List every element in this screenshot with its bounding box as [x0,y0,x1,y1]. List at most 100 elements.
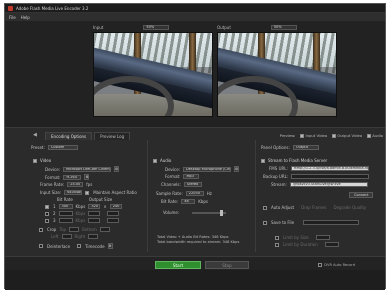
output-width-3[interactable] [88,218,101,223]
limit-size-label: Limit by Size [283,235,309,240]
save-file-path-input[interactable] [303,220,360,225]
video-checkbox[interactable] [33,158,37,163]
drop-frames-option[interactable]: Drop Frames [301,205,326,210]
output-width-1[interactable]: 320 [88,204,101,209]
audio-device-label: Device: [165,166,181,172]
audio-toggle[interactable]: Audio [367,133,383,138]
output-width-2[interactable] [88,211,101,216]
timecode-label: Timecode [85,243,105,249]
video-device-select[interactable]: Microsoft LifeCam Cinema [63,166,112,172]
audio-format-row: Format: Mp3 [165,174,200,179]
input-video-checkbox[interactable] [300,134,305,138]
fms-url-input[interactable]: rtmp://1.2.3.4/live/a.admin.b.bulkmedia.… [290,166,369,171]
bitrate-row-1-select[interactable]: 300 [58,204,73,209]
auto-adjust-row: Auto Adjust Drop Frames Degrade Quality [263,205,366,210]
limit-duration-checkbox[interactable] [275,242,279,247]
dvr-auto-record[interactable]: DVR Auto Record [318,263,355,267]
degrade-quality-option[interactable]: Degrade Quality [334,205,367,210]
stop-button[interactable]: Stop [205,261,249,269]
output-zoom-select[interactable]: 50% [270,25,297,30]
bitrate-row-3-checkbox[interactable] [45,218,49,223]
frame-rate-row: Frame Rate: 24.00 fps [40,182,92,187]
frame-rate-select[interactable]: 24.00 [67,182,84,187]
wrench-icon: ⚙ [108,244,112,248]
crop-right-label: Right [74,234,86,239]
audio-bitrate-select[interactable]: 48 [181,199,196,204]
timecode-settings-button[interactable]: ⚙ [107,243,113,249]
input-video-toggle[interactable]: Input Video [300,133,327,138]
audio-format-select[interactable]: Mp3 [183,174,200,179]
audio-toggle-label: Audio [372,133,383,138]
timecode-checkbox[interactable] [77,244,82,248]
audio-device-select[interactable]: Desktop Microphone (Cinema [183,166,232,172]
audio-kbps-unit: Kbps [198,199,209,204]
panel-divider-right [255,140,256,252]
crop-bottom-label: Bottom [82,227,97,232]
crop-bottom-input[interactable] [99,227,110,232]
connect-button[interactable]: Connect [349,192,374,198]
bitrate-row-2-select[interactable] [58,211,73,216]
auto-adjust-checkbox[interactable] [263,205,267,210]
video-section: Video [33,158,51,163]
dvr-auto-record-checkbox[interactable] [318,263,323,267]
bitrate-row-3-select[interactable] [58,218,73,223]
limit-duration-input[interactable] [324,242,339,247]
stream-checkbox[interactable] [261,158,265,163]
channels-select[interactable]: Stereo [183,182,202,187]
limit-size-input[interactable] [315,235,330,240]
bitrate-row-2-checkbox[interactable] [45,211,49,216]
output-video-checkbox[interactable] [332,134,337,138]
output-height-2[interactable] [107,211,120,216]
output-height-1[interactable]: 240 [109,204,122,209]
crop-top-input[interactable] [69,227,80,232]
preset-select[interactable]: Custom [47,145,78,150]
video-device-settings-button[interactable]: ⚙ [114,166,120,172]
stream-name-input[interactable]: @fpsvcv3.StartLive@$Flive [289,182,368,187]
sample-rate-select[interactable]: 22050 [185,191,204,196]
volume-slider[interactable] [192,209,227,216]
channels-row: Channels: Stereo [161,182,202,187]
volume-label: Volume: [163,210,180,215]
input-size-select[interactable]: 640x480 [64,190,83,195]
bitrate-row-1-number: 1 [53,204,56,209]
crop-top-label: Top [59,227,67,232]
bitrate-row-1-checkbox[interactable] [45,204,49,209]
limit-size-checkbox[interactable] [275,235,279,240]
panel-options-select[interactable]: Output [292,145,319,150]
audio-device-settings-button[interactable]: ⚙ [234,166,240,172]
input-zoom-select[interactable]: 50% [143,25,170,30]
crop-checkbox[interactable] [39,227,43,232]
tab-preview-log[interactable]: Preview Log [94,132,131,140]
start-button[interactable]: Start [155,261,201,269]
output-video-preview [217,32,337,117]
menu-file[interactable]: File [9,15,16,20]
audio-checkbox[interactable] [367,134,372,138]
maintain-aspect-checkbox[interactable] [85,190,90,195]
app-logo-icon [8,5,13,11]
preset-label: Preset: [31,145,45,150]
limit-size-row: Limit by Size [275,235,330,240]
crop-left-input[interactable] [61,234,72,239]
crop-right-input[interactable] [88,234,99,239]
sample-rate-label: Sample Rate: [156,191,183,196]
audio-section-checkbox[interactable] [153,158,157,163]
volume-row: Volume: [163,209,227,216]
bitrate-row-3-number: 3 [53,218,56,223]
output-size-column-header: Output Size [88,197,113,202]
menu-help[interactable]: Help [21,15,30,20]
output-video-toggle[interactable]: Output Video [332,133,362,138]
backup-url-input[interactable] [291,174,370,179]
total-bitrate-info: Total Video + Audio Bit Rates: 348 Kbps … [157,235,239,245]
save-to-file-checkbox[interactable] [263,220,267,225]
collapse-arrow-icon[interactable]: ◀ [33,132,37,138]
output-height-3[interactable] [107,218,120,223]
tab-encoding-options[interactable]: Encoding Options [45,132,93,140]
sample-rate-row: Sample Rate: 22050 Hz [156,191,212,196]
volume-slider-knob[interactable] [220,209,224,216]
video-format-settings-button[interactable]: ⚙ [84,174,90,180]
frame-rate-label: Frame Rate: [40,182,65,187]
deinterlace-checkbox[interactable] [39,244,43,248]
fms-url-row: FMS URL: rtmp://1.2.3.4/live/a.admin.b.b… [269,166,369,171]
video-format-select[interactable]: H.264 [63,174,82,180]
audio-section-title: Audio [160,158,172,163]
